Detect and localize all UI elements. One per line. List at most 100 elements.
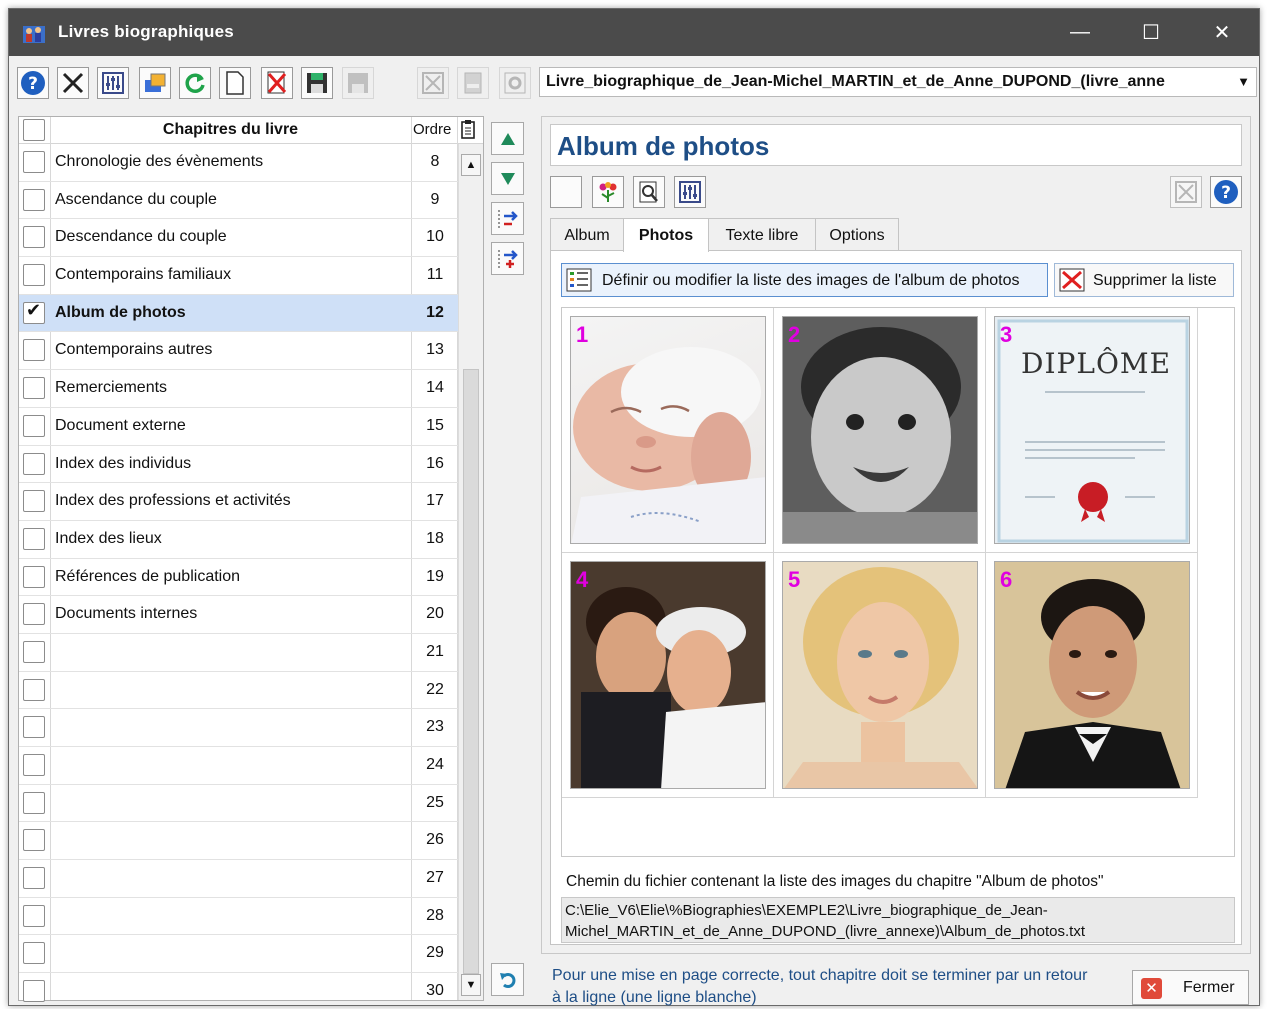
move-down-button[interactable] xyxy=(491,162,524,195)
photo-cell[interactable]: 5 xyxy=(774,553,986,798)
save-button[interactable] xyxy=(301,67,333,99)
wedding-photo[interactable] xyxy=(570,561,766,789)
close-window-button[interactable]: ✕ xyxy=(1187,9,1257,56)
settings-button[interactable] xyxy=(97,67,129,99)
scroll-down-button[interactable]: ▼ xyxy=(461,974,481,996)
chapter-checkbox[interactable] xyxy=(23,226,45,249)
header-order[interactable]: Ordre xyxy=(413,121,451,138)
chapter-checkbox[interactable] xyxy=(23,678,45,701)
man-photo[interactable] xyxy=(994,561,1190,789)
help-button[interactable]: ? xyxy=(17,67,49,99)
chapter-row[interactable]: Remerciements 14 xyxy=(19,370,458,408)
chapter-checkbox[interactable] xyxy=(23,565,45,588)
chapter-row[interactable]: 29 xyxy=(19,935,458,974)
chapter-checkbox[interactable] xyxy=(23,452,45,475)
window-button[interactable] xyxy=(457,67,489,99)
chapter-checkbox[interactable] xyxy=(23,151,45,173)
chapter-checkbox[interactable] xyxy=(23,603,45,626)
tools-button[interactable] xyxy=(57,67,89,99)
chapter-checkbox[interactable] xyxy=(23,264,45,287)
header-chapters[interactable]: Chapitres du livre xyxy=(50,121,411,139)
chapter-row[interactable]: Contemporains autres 13 xyxy=(19,332,458,371)
chapter-checkbox[interactable] xyxy=(23,188,45,211)
define-image-list-button[interactable]: Définir ou modifier la liste des images … xyxy=(561,263,1048,297)
refresh-button[interactable] xyxy=(179,67,211,99)
tab-photos[interactable]: Photos xyxy=(623,218,709,252)
tab-album[interactable]: Album xyxy=(550,218,624,251)
chapter-checkbox[interactable] xyxy=(23,829,45,852)
chapter-row[interactable]: 23 xyxy=(19,709,458,747)
chapter-row[interactable]: 25 xyxy=(19,785,458,823)
insert-before-button[interactable] xyxy=(491,242,524,275)
new-document-button[interactable] xyxy=(219,67,251,99)
close-button[interactable]: ✕ Fermer xyxy=(1132,970,1249,1005)
photo-cell[interactable]: 1 xyxy=(562,308,774,553)
chapter-checkbox[interactable] xyxy=(23,904,45,927)
chapter-row[interactable]: Chronologie des évènements 8 xyxy=(19,144,458,182)
photo-cell[interactable]: 6 xyxy=(986,553,1198,798)
toddler-photo[interactable] xyxy=(782,316,978,544)
chapter-checkbox[interactable] xyxy=(23,942,45,965)
chapter-checkbox[interactable] xyxy=(23,414,45,437)
delete-book-button[interactable] xyxy=(261,67,293,99)
chapter-row[interactable]: Document externe 15 xyxy=(19,408,458,446)
chapter-row[interactable]: Index des individus 16 xyxy=(19,446,458,484)
move-up-button[interactable] xyxy=(491,122,524,155)
chapter-checkbox[interactable]: ✔ xyxy=(23,300,45,324)
chapter-checkbox[interactable] xyxy=(23,791,45,814)
chapter-help-button[interactable]: ? xyxy=(1210,176,1242,208)
woman-photo[interactable] xyxy=(782,561,978,789)
chapter-checkbox[interactable] xyxy=(23,867,45,890)
chapter-checkbox[interactable] xyxy=(23,754,45,776)
clipboard-icon[interactable] xyxy=(460,119,476,139)
chapter-checkbox[interactable] xyxy=(23,980,45,1003)
chapter-row[interactable]: 22 xyxy=(19,672,458,710)
preview-button[interactable] xyxy=(633,176,665,208)
flowers-button[interactable] xyxy=(592,176,624,208)
photo-cell[interactable]: DIPLÔME 3 xyxy=(986,308,1198,553)
blank-button[interactable] xyxy=(550,176,582,208)
diploma-photo[interactable]: DIPLÔME xyxy=(994,316,1190,544)
tab-free-text[interactable]: Texte libre xyxy=(708,218,816,251)
chapter-checkbox[interactable] xyxy=(23,716,45,739)
chapter-checkbox[interactable] xyxy=(23,339,45,362)
chapter-row[interactable]: Index des lieux 18 xyxy=(19,521,458,559)
title-bar[interactable]: Livres biographiques — ☐ ✕ xyxy=(9,9,1259,56)
select-all-checkbox[interactable] xyxy=(23,119,45,141)
scroll-thumb[interactable] xyxy=(463,369,479,974)
delete-image-list-button[interactable]: Supprimer la liste xyxy=(1054,263,1234,297)
gear-button[interactable] xyxy=(499,67,531,99)
chapter-clear-button[interactable] xyxy=(1170,176,1202,208)
chapter-settings-button[interactable] xyxy=(674,176,706,208)
chapter-row[interactable]: 26 xyxy=(19,822,458,861)
chapter-row[interactable]: Documents internes 20 xyxy=(19,596,458,634)
maximize-button[interactable]: ☐ xyxy=(1116,9,1186,56)
clear-button[interactable] xyxy=(417,67,449,99)
minimize-button[interactable]: — xyxy=(1045,9,1115,56)
chapter-row[interactable]: 28 xyxy=(19,898,458,936)
scroll-up-button[interactable]: ▲ xyxy=(461,154,481,176)
undo-button[interactable] xyxy=(491,963,524,996)
vertical-scrollbar[interactable]: ▲ ▼ xyxy=(458,144,483,1000)
chapter-row[interactable]: ✔ Album de photos 12 xyxy=(19,294,458,333)
chapter-row[interactable]: Contemporains familiaux 11 xyxy=(19,257,458,295)
chapter-checkbox[interactable] xyxy=(23,490,45,513)
chapter-row[interactable]: 30 xyxy=(19,973,458,1009)
baby-photo[interactable] xyxy=(570,316,766,544)
chapter-row[interactable]: 21 xyxy=(19,634,458,672)
chapter-checkbox[interactable] xyxy=(23,377,45,400)
save-copy-button[interactable] xyxy=(342,67,374,99)
chapter-checkbox[interactable] xyxy=(23,640,45,663)
photo-cell[interactable]: 2 xyxy=(774,308,986,553)
chapter-checkbox[interactable] xyxy=(23,527,45,550)
book-select[interactable]: Livre_biographique_de_Jean-Michel_MARTIN… xyxy=(539,67,1257,97)
chapter-row[interactable]: Index des professions et activités 17 xyxy=(19,483,458,521)
chapter-row[interactable]: 24 xyxy=(19,747,458,785)
file-path-field[interactable]: C:\Elie_V6\Elie\%Biographies\EXEMPLE2\Li… xyxy=(561,897,1235,943)
print-button[interactable] xyxy=(139,67,171,99)
tab-options[interactable]: Options xyxy=(815,218,899,251)
chapter-row[interactable]: Ascendance du couple 9 xyxy=(19,182,458,220)
chapter-row[interactable]: Références de publication 19 xyxy=(19,559,458,597)
photo-cell[interactable]: 4 xyxy=(562,553,774,798)
chapter-row[interactable]: Descendance du couple 10 xyxy=(19,219,458,258)
